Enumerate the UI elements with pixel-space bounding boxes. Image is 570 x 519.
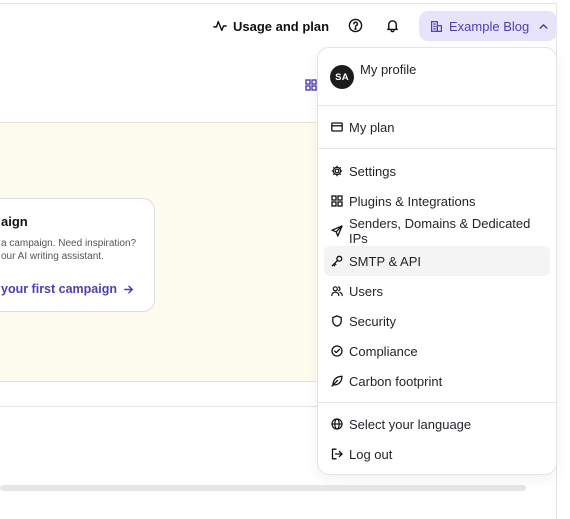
menu-item-label: My plan	[349, 119, 395, 135]
menu-divider	[318, 148, 556, 149]
my-profile-link[interactable]: My profile	[360, 62, 416, 77]
gear-icon	[331, 165, 343, 177]
section-divider	[0, 406, 320, 407]
leaf-icon	[331, 375, 343, 387]
menu-divider	[318, 105, 556, 106]
account-name: Example Blog	[449, 18, 530, 34]
create-first-campaign-link[interactable]: your first campaign	[1, 282, 134, 296]
menu-item-label: Plugins & Integrations	[349, 193, 476, 209]
top-divider	[0, 3, 557, 4]
menu-item-senders-domains[interactable]: Senders, Domains & Dedicated IPs	[324, 216, 550, 246]
menu-item-plugins-integrations[interactable]: Plugins & Integrations	[324, 186, 550, 216]
account-switcher-button[interactable]: Example Blog	[419, 11, 557, 41]
arrow-right-icon	[124, 285, 133, 293]
activity-icon	[213, 20, 227, 32]
chevron-up-icon	[539, 23, 548, 29]
globe-icon	[331, 418, 343, 430]
usage-and-plan-label: Usage and plan	[233, 18, 330, 34]
send-icon	[331, 225, 343, 237]
help-icon	[348, 18, 362, 32]
menu-item-label: Users	[349, 283, 383, 299]
menu-item-label: SMTP & API	[349, 253, 422, 269]
menu-item-smtp-api[interactable]: SMTP & API	[324, 246, 550, 276]
menu-item-label: Settings	[349, 163, 396, 179]
menu-item-users[interactable]: Users	[324, 276, 550, 306]
menu-item-carbon-footprint[interactable]: Carbon footprint	[324, 366, 550, 396]
menu-item-label: Select your language	[349, 416, 472, 432]
shield-icon	[332, 315, 342, 327]
notifications-button[interactable]	[384, 17, 400, 33]
menu-item-compliance[interactable]: Compliance	[324, 336, 550, 366]
menu-item-settings[interactable]: Settings	[324, 156, 550, 186]
menu-item-select-language[interactable]: Select your language	[324, 409, 550, 439]
menu-item-my-plan[interactable]: My plan	[324, 112, 550, 142]
create-first-campaign-label: your first campaign	[1, 282, 117, 296]
bell-icon	[386, 19, 398, 32]
account-dropdown-menu: SA My profile My plan Settings Plugins &…	[317, 47, 557, 475]
menu-item-security[interactable]: Security	[324, 306, 550, 336]
create-campaign-card: aign a campaign. Need inspiration? our A…	[0, 198, 155, 312]
users-icon	[331, 286, 343, 297]
card-title: aign	[1, 214, 28, 229]
check-circle-icon	[331, 345, 343, 357]
log-out-icon	[331, 448, 343, 460]
menu-item-label: Senders, Domains & Dedicated IPs	[349, 216, 531, 246]
horizontal-scrollbar[interactable]	[0, 485, 526, 491]
avatar[interactable]: SA	[330, 65, 354, 89]
menu-item-label: Compliance	[349, 343, 418, 359]
credit-card-icon	[331, 122, 343, 132]
menu-divider	[318, 402, 556, 403]
menu-item-log-out[interactable]: Log out	[324, 439, 550, 469]
menu-item-label: Carbon footprint	[349, 373, 443, 389]
usage-and-plan-button[interactable]: Usage and plan	[213, 16, 329, 36]
grid-icon	[331, 195, 343, 207]
qr-grid-icon[interactable]	[305, 79, 317, 91]
menu-item-label: Security	[349, 313, 396, 329]
building-icon	[431, 20, 442, 32]
card-description: a campaign. Need inspiration? our AI wri…	[1, 238, 137, 262]
help-button[interactable]	[347, 17, 363, 33]
key-icon	[331, 255, 343, 267]
section-divider	[0, 381, 320, 382]
menu-item-label: Log out	[349, 446, 393, 462]
